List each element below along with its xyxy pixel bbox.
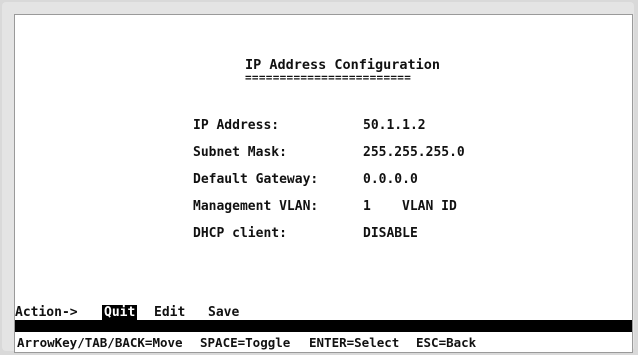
separator-bar — [15, 320, 632, 332]
default-gateway-label: Default Gateway: — [193, 172, 319, 187]
hint-move: ArrowKey/TAB/BACK=Move — [17, 335, 183, 350]
dhcp-client-label: DHCP client: — [193, 226, 287, 241]
action-label: Action-> — [15, 305, 78, 320]
default-gateway-field[interactable]: 0.0.0.0 — [363, 172, 418, 187]
action-bar: Action-> Quit Edit Save — [15, 304, 632, 321]
title-underline: ======================== — [245, 71, 412, 84]
dhcp-client-toggle[interactable]: DISABLE — [363, 226, 418, 241]
management-vlan-label: Management VLAN: — [193, 199, 319, 214]
terminal-screen: IP Address Configuration ===============… — [14, 14, 633, 353]
ip-address-label: IP Address: — [193, 118, 280, 133]
edit-menu-item[interactable]: Edit — [154, 305, 185, 320]
window-frame: IP Address Configuration ===============… — [2, 2, 634, 353]
management-vlan-field[interactable]: 1 — [363, 199, 371, 214]
subnet-mask-label: Subnet Mask: — [193, 145, 287, 160]
quit-menu-item[interactable]: Quit — [102, 305, 138, 320]
hint-toggle: SPACE=Toggle — [200, 335, 291, 350]
subnet-mask-field[interactable]: 255.255.255.0 — [363, 145, 465, 160]
ip-address-field[interactable]: 50.1.1.2 — [363, 118, 426, 133]
hint-select: ENTER=Select — [309, 335, 400, 350]
hint-back: ESC=Back — [416, 335, 477, 350]
vlan-id-unit: VLAN ID — [402, 199, 457, 214]
save-menu-item[interactable]: Save — [208, 305, 239, 320]
key-hint-bar: ArrowKey/TAB/BACK=Move SPACE=Toggle ENTE… — [15, 333, 632, 351]
